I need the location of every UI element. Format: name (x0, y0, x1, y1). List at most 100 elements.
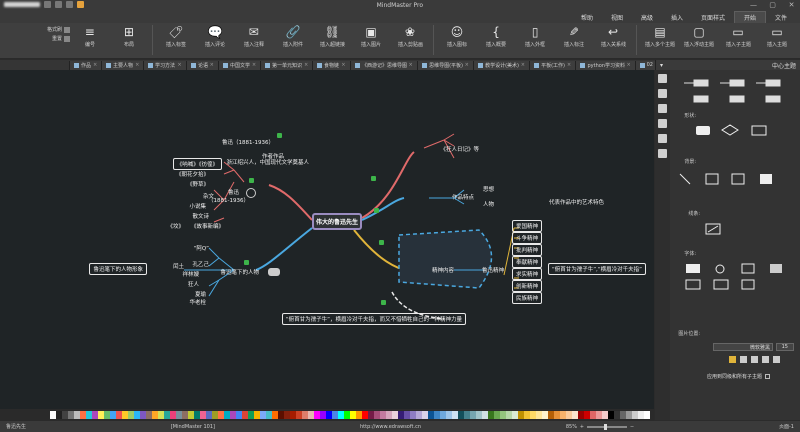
mindmap-canvas[interactable]: 伟大的鲁迅先生 作者作品 鲁迅（1881-1936） 浙江绍兴人，中国现代文学奠… (0, 70, 654, 409)
spirit-truth[interactable]: 求实精神 (511, 268, 542, 280)
spirit-struggle[interactable]: 斗争精神 (511, 232, 542, 244)
close-tab-icon[interactable]: × (567, 62, 571, 68)
work-gushi[interactable]: 《故事新编》 (191, 222, 224, 230)
background-options[interactable] (670, 170, 780, 200)
menu-item[interactable]: 文件 (766, 12, 796, 23)
close-tab-icon[interactable]: × (465, 62, 469, 68)
apply-checkbox[interactable] (765, 373, 770, 379)
close-tab-icon[interactable]: × (409, 62, 413, 68)
close-tab-icon[interactable]: × (93, 62, 97, 68)
spirit-callout[interactable]: “俯首甘为孺子牛”,“横眉冷对千夫指” (547, 263, 646, 275)
undo-icon[interactable] (55, 1, 62, 8)
spirit-patriotism[interactable]: 爱国精神 (511, 220, 542, 232)
close-tab-icon[interactable]: × (341, 62, 345, 68)
palette-swatches[interactable] (50, 411, 650, 419)
feature-characters[interactable]: 人物 (483, 200, 494, 208)
pin-icon[interactable]: ▾ (660, 62, 663, 69)
document-tab[interactable]: × 思维导图(平板) (416, 60, 473, 70)
format-painter-button[interactable]: 格式刷 (47, 26, 70, 33)
ribbon-button[interactable]: ↪ 插入关系线 (594, 23, 632, 57)
branch-luxun[interactable]: 鲁迅 (228, 188, 239, 196)
menu-item[interactable]: 帮助 (572, 12, 602, 23)
status-website[interactable]: http://www.edrawsoft.cn (360, 424, 421, 430)
bold-icon[interactable] (773, 356, 780, 363)
ribbon-button[interactable]: ▭ 插入主题 (758, 23, 796, 57)
ribbon-button[interactable]: 📎 插入附件 (274, 23, 312, 57)
zoom-in-icon[interactable]: + (580, 424, 584, 430)
save-icon[interactable] (66, 1, 73, 8)
menu-item[interactable]: 插入 (662, 12, 692, 23)
shape-options[interactable] (680, 122, 780, 152)
char-xianglin[interactable]: 祥林嫂 (182, 270, 199, 278)
char-xiayu[interactable]: 夏瑜 (195, 290, 206, 298)
feature-thought[interactable]: 思想 (483, 185, 494, 193)
document-tab[interactable]: × 作品 (68, 60, 102, 70)
ribbon-button[interactable]: ✎ 插入标注 (555, 23, 593, 57)
ribbon-button[interactable]: ▢ 插入浮动主题 (680, 23, 718, 57)
branch-work-features[interactable]: 作品特点 (452, 193, 474, 201)
ribbon-button[interactable]: ▭ 插入子主题 (719, 23, 757, 57)
topic-luxun-dates[interactable]: 鲁迅（1881-1936） (222, 138, 274, 146)
work-yecao[interactable]: 《野草》 (187, 180, 209, 188)
work-novels[interactable]: 小说集 (189, 202, 206, 210)
ribbon-button[interactable]: 🏷 插入标签 (157, 23, 195, 57)
char-ahq[interactable]: “阿Q” (194, 244, 209, 252)
document-tab[interactable]: × 中国文学 (217, 60, 261, 70)
central-topic[interactable]: 伟大的鲁迅先生 (312, 213, 362, 230)
document-tab[interactable]: × 平板(工作) (528, 60, 576, 70)
font-size-field[interactable]: 15 (776, 343, 794, 351)
minimize-icon[interactable]: — (749, 1, 758, 9)
branch-characters[interactable]: 鲁迅笔下的人物 (220, 268, 259, 276)
close-tab-icon[interactable]: × (304, 62, 308, 68)
menu-item[interactable]: 开始 (733, 11, 766, 23)
outline-icon[interactable] (658, 119, 667, 128)
zoom-out-icon[interactable]: − (630, 424, 634, 430)
document-tab[interactable]: × 主要人物 (101, 60, 144, 70)
menu-item[interactable]: 视图 (602, 12, 632, 23)
document-tab[interactable]: × 《西游记》思维导图 (349, 60, 417, 70)
format-icon[interactable] (658, 74, 667, 83)
close-tab-icon[interactable]: × (210, 62, 214, 68)
document-tab[interactable]: × 第一单元知识 (260, 60, 313, 70)
task-icon[interactable] (658, 134, 667, 143)
char-runtu[interactable]: 闰土 (173, 262, 184, 270)
work-zhaohua[interactable]: 《朝花夕拾》 (176, 170, 209, 178)
close-tab-icon[interactable]: × (252, 62, 256, 68)
history-icon[interactable] (658, 149, 667, 158)
luxun-dates[interactable]: （1881-1936） (208, 196, 249, 204)
ribbon-button[interactable]: ≡ 编号 (71, 23, 109, 57)
spirit-quote[interactable]: “俯首甘为孺子牛”，横眉冷对千夫指，而又不惜牺牲自己的一种精神力量 (281, 313, 466, 325)
spirit-dedication[interactable]: 奉献精神 (511, 256, 542, 268)
char-kuangren[interactable]: 狂人 (188, 280, 199, 288)
menu-item[interactable]: 高级 (632, 12, 662, 23)
work-essays[interactable]: 杂文 (203, 192, 214, 200)
strike-icon[interactable] (740, 356, 747, 363)
icon-library-icon[interactable] (658, 89, 667, 98)
close-tab-icon[interactable]: × (135, 62, 139, 68)
char-hualao[interactable]: 华老栓 (189, 298, 206, 306)
font-options[interactable] (675, 260, 790, 300)
close-icon[interactable]: ✕ (787, 1, 796, 9)
char-kong[interactable]: 孔乙己 (192, 260, 209, 268)
ribbon-button[interactable]: ⛓ 插入超链接 (313, 23, 351, 57)
ribbon-button[interactable]: 💬 插入评论 (196, 23, 234, 57)
close-tab-icon[interactable]: × (627, 62, 631, 68)
maximize-icon[interactable]: ▢ (768, 1, 777, 9)
redo-icon[interactable] (44, 1, 51, 8)
font-name-field[interactable]: 微软雅黑 (713, 343, 773, 351)
document-tab[interactable]: × python学习资料 (575, 60, 635, 70)
ribbon-button[interactable]: ▯ 插入外框 (516, 23, 554, 57)
close-tab-icon[interactable]: × (521, 62, 525, 68)
branch-spirit-content[interactable]: 精神内容 (432, 266, 454, 274)
ribbon-button[interactable]: ▣ 插入图片 (352, 23, 390, 57)
feature-art[interactable]: 代表作品中的艺术特色 (549, 198, 604, 206)
ribbon-button[interactable]: ☺ 插入图标 (438, 23, 476, 57)
topic-book-title[interactable]: 《狂人日记》等 (440, 145, 479, 153)
document-tab[interactable]: × 论语 (185, 60, 218, 70)
menu-item[interactable]: 页面样式 (692, 12, 734, 23)
spirit-critique[interactable]: 批判精神 (511, 244, 542, 256)
font-color-icon[interactable] (729, 356, 736, 363)
ribbon-button[interactable]: } 插入概要 (477, 23, 515, 57)
spirit-nation[interactable]: 民族精神 (511, 292, 542, 304)
document-tab[interactable]: × 食物链 (312, 60, 350, 70)
